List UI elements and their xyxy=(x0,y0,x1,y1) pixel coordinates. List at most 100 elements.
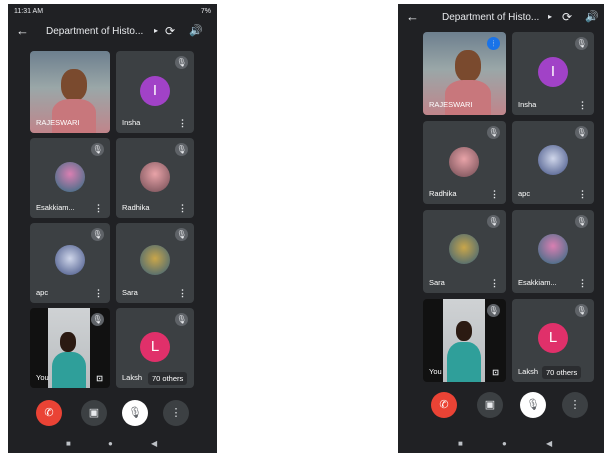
switch-camera-icon[interactable]: ⟳ xyxy=(562,10,572,24)
participant-tile[interactable]: 🎙 Radhika ⋮ xyxy=(423,121,506,204)
avatar xyxy=(140,245,170,275)
top-bar: ← Department of Histo... ▸ ⟳ 🔊 xyxy=(398,7,604,29)
speaking-icon: ⦙ xyxy=(487,37,500,50)
mic-off-icon[interactable]: 🎙 xyxy=(520,392,546,418)
avatar xyxy=(538,234,568,264)
mic-off-icon: 🎙 xyxy=(91,313,104,326)
more-vert-icon[interactable]: ⋮ xyxy=(178,119,187,128)
participant-tile[interactable]: 🎙 Esakkiam... ⋮ xyxy=(30,138,110,218)
back-arrow-icon[interactable]: ← xyxy=(16,24,29,38)
avatar: I xyxy=(140,76,170,106)
mic-off-icon: 🎙 xyxy=(487,126,500,139)
more-vert-icon[interactable]: ⋮ xyxy=(578,101,587,110)
participant-name: Sara xyxy=(429,278,445,287)
self-tile[interactable]: 🎙 You ⊡ xyxy=(30,308,110,388)
mic-off-icon: 🎙 xyxy=(575,37,588,50)
others-count[interactable]: 70 others xyxy=(542,366,582,379)
participant-tile[interactable]: RAJESWARI xyxy=(30,51,110,133)
chevron-right-icon[interactable]: ▸ xyxy=(154,26,158,35)
participant-name: Insha xyxy=(122,118,141,127)
participant-tile[interactable]: 🎙 Radhika ⋮ xyxy=(116,138,194,218)
participant-tile[interactable]: 🎙 Sara ⋮ xyxy=(423,210,506,293)
end-call-button[interactable]: ✆ xyxy=(36,400,62,426)
more-vert-icon[interactable]: ⋮ xyxy=(178,289,187,298)
mic-off-icon: 🎙 xyxy=(91,143,104,156)
back-arrow-icon[interactable]: ← xyxy=(406,10,419,24)
phone-right: ← Department of Histo... ▸ ⟳ 🔊 ⦙ RAJESWA… xyxy=(398,4,604,453)
status-bar: 11:31 AM 7% xyxy=(8,4,217,18)
participant-name: RAJESWARI xyxy=(429,100,473,109)
participant-name: Radhika xyxy=(429,189,457,198)
speaker-icon[interactable]: 🔊 xyxy=(189,24,203,37)
meeting-title[interactable]: Department of Histo... xyxy=(46,26,154,37)
avatar: L xyxy=(538,323,568,353)
participant-tile[interactable]: 🎙 Sara ⋮ xyxy=(116,223,194,303)
battery-level: 7% xyxy=(200,8,211,15)
participant-name: RAJESWARI xyxy=(36,118,80,127)
back-icon[interactable]: ◀ xyxy=(546,439,552,448)
avatar xyxy=(140,162,170,192)
pin-icon[interactable]: ⊡ xyxy=(492,368,499,377)
avatar: L xyxy=(140,332,170,362)
self-video xyxy=(443,299,485,382)
chevron-right-icon[interactable]: ▸ xyxy=(548,12,552,21)
others-count[interactable]: 70 others xyxy=(148,372,188,385)
participant-name: Sara xyxy=(122,288,138,297)
speaker-icon[interactable]: 🔊 xyxy=(585,10,599,23)
phone-left: 11:31 AM 7% ← Department of Histo... ▸ ⟳… xyxy=(8,4,217,453)
end-call-button[interactable]: ✆ xyxy=(431,392,457,418)
meeting-title[interactable]: Department of Histo... xyxy=(442,12,544,23)
participant-tile[interactable]: 🎙 I Insha ⋮ xyxy=(116,51,194,133)
back-icon[interactable]: ◀ xyxy=(151,439,157,448)
participant-name: Esakkiam... xyxy=(36,203,75,212)
home-icon[interactable]: ● xyxy=(108,439,113,448)
options-button[interactable]: ⋮ xyxy=(562,392,588,418)
participant-tile[interactable]: 🎙 apc ⋮ xyxy=(30,223,110,303)
mic-off-icon: 🎙 xyxy=(175,228,188,241)
mic-off-icon: 🎙 xyxy=(175,313,188,326)
more-vert-icon[interactable]: ⋮ xyxy=(94,289,103,298)
status-time: 11:31 AM xyxy=(14,8,44,15)
home-icon[interactable]: ● xyxy=(502,439,507,448)
participant-tile[interactable]: ⦙ RAJESWARI xyxy=(423,32,506,115)
more-vert-icon[interactable]: ⋮ xyxy=(178,204,187,213)
more-vert-icon[interactable]: ⋮ xyxy=(490,279,499,288)
participant-name: You xyxy=(429,367,442,376)
mic-off-icon: 🎙 xyxy=(575,126,588,139)
self-video xyxy=(48,308,90,388)
participant-tile[interactable]: 🎙 L Laksh 70 others xyxy=(512,299,594,382)
participant-name: Esakkiam... xyxy=(518,278,557,287)
participant-name: apc xyxy=(518,189,531,198)
avatar xyxy=(449,234,479,264)
mic-off-icon: 🎙 xyxy=(575,304,588,317)
system-nav-bar: ■ ● ◀ xyxy=(8,435,217,453)
avatar xyxy=(55,245,85,275)
avatar xyxy=(449,147,479,177)
participant-name: Laksh xyxy=(122,373,143,382)
switch-camera-icon[interactable]: ⟳ xyxy=(165,24,175,38)
camera-button[interactable]: ▣ xyxy=(477,392,503,418)
recents-icon[interactable]: ■ xyxy=(458,439,463,448)
pin-icon[interactable]: ⊡ xyxy=(96,374,103,383)
more-vert-icon[interactable]: ⋮ xyxy=(578,279,587,288)
mic-off-icon: 🎙 xyxy=(91,228,104,241)
more-vert-icon[interactable]: ⋮ xyxy=(490,190,499,199)
avatar xyxy=(55,162,85,192)
mic-off-icon: 🎙 xyxy=(175,143,188,156)
recents-icon[interactable]: ■ xyxy=(66,439,71,448)
avatar xyxy=(538,145,568,175)
mic-off-icon: 🎙 xyxy=(487,304,500,317)
participant-tile[interactable]: 🎙 I Insha ⋮ xyxy=(512,32,594,115)
participant-tile[interactable]: 🎙 apc ⋮ xyxy=(512,121,594,204)
participant-name: Laksh xyxy=(518,367,539,376)
more-vert-icon[interactable]: ⋮ xyxy=(94,204,103,213)
mic-off-icon[interactable]: 🎙 xyxy=(122,400,148,426)
top-bar: ← Department of Histo... ▸ ⟳ 🔊 xyxy=(8,21,217,43)
options-button[interactable]: ⋮ xyxy=(163,400,189,426)
self-tile[interactable]: 🎙 You ⊡ xyxy=(423,299,506,382)
camera-button[interactable]: ▣ xyxy=(81,400,107,426)
participant-tile[interactable]: 🎙 Esakkiam... ⋮ xyxy=(512,210,594,293)
participant-tile[interactable]: 🎙 L Laksh 70 others xyxy=(116,308,194,388)
mic-off-icon: 🎙 xyxy=(175,56,188,69)
more-vert-icon[interactable]: ⋮ xyxy=(578,190,587,199)
